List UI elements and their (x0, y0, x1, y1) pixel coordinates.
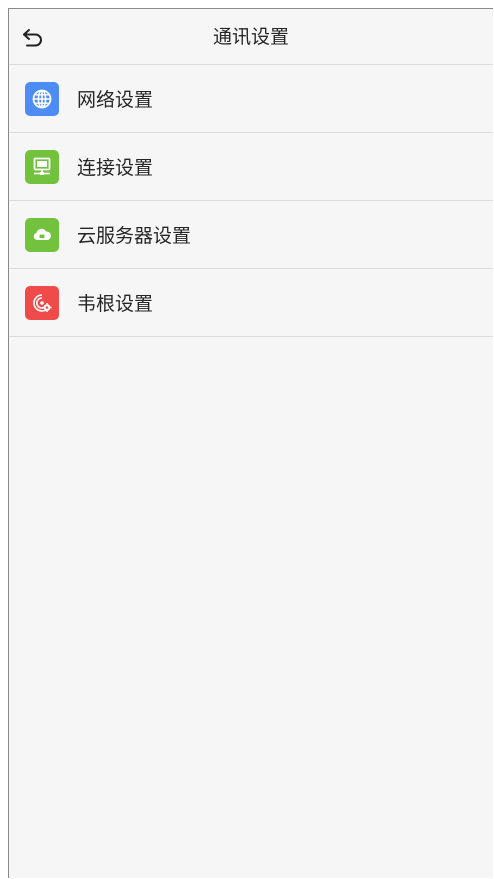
header: 通讯设置 (9, 9, 493, 65)
monitor-connection-icon (33, 157, 51, 175)
cloud-icon (33, 228, 52, 240)
menu-item-network-settings[interactable]: 网络设置 (9, 65, 493, 133)
network-icon-tile (25, 81, 59, 116)
menu-item-connection-settings[interactable]: 连接设置 (9, 133, 493, 201)
wiegand-icon-tile (25, 285, 59, 320)
page-title: 通讯设置 (212, 26, 289, 48)
menu-item-cloud-server-settings[interactable]: 云服务器设置 (9, 201, 493, 269)
menu-item-wiegand-settings[interactable]: 韦根设置 (9, 269, 493, 337)
settings-menu: 网络设置 连接设置 云服务器设置 韦根设置 (9, 65, 493, 337)
cloud-icon-tile (25, 217, 59, 252)
menu-item-label: 网络设置 (77, 89, 154, 111)
menu-item-label: 云服务器设置 (77, 225, 192, 247)
menu-item-label: 韦根设置 (77, 293, 154, 315)
menu-item-label: 连接设置 (77, 157, 154, 179)
screen: 通讯设置 网络设置 连接设置 云服务器设置 韦根设置 (8, 8, 493, 878)
globe-icon (32, 89, 52, 108)
connection-icon-tile (25, 149, 59, 184)
wiegand-signal-gear-icon (33, 293, 52, 312)
